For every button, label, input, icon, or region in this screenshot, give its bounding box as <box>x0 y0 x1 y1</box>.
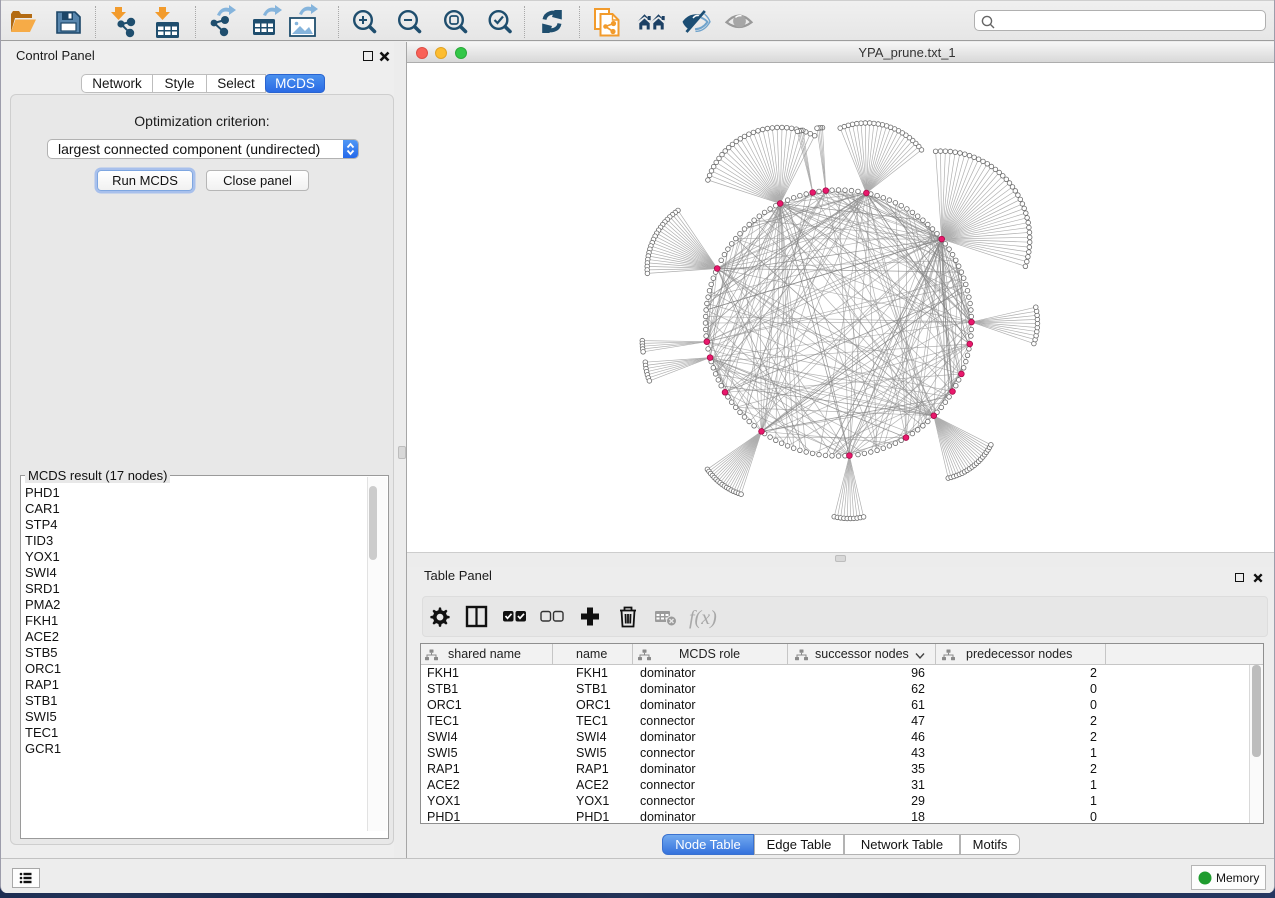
svg-text:f(x): f(x) <box>689 607 717 629</box>
